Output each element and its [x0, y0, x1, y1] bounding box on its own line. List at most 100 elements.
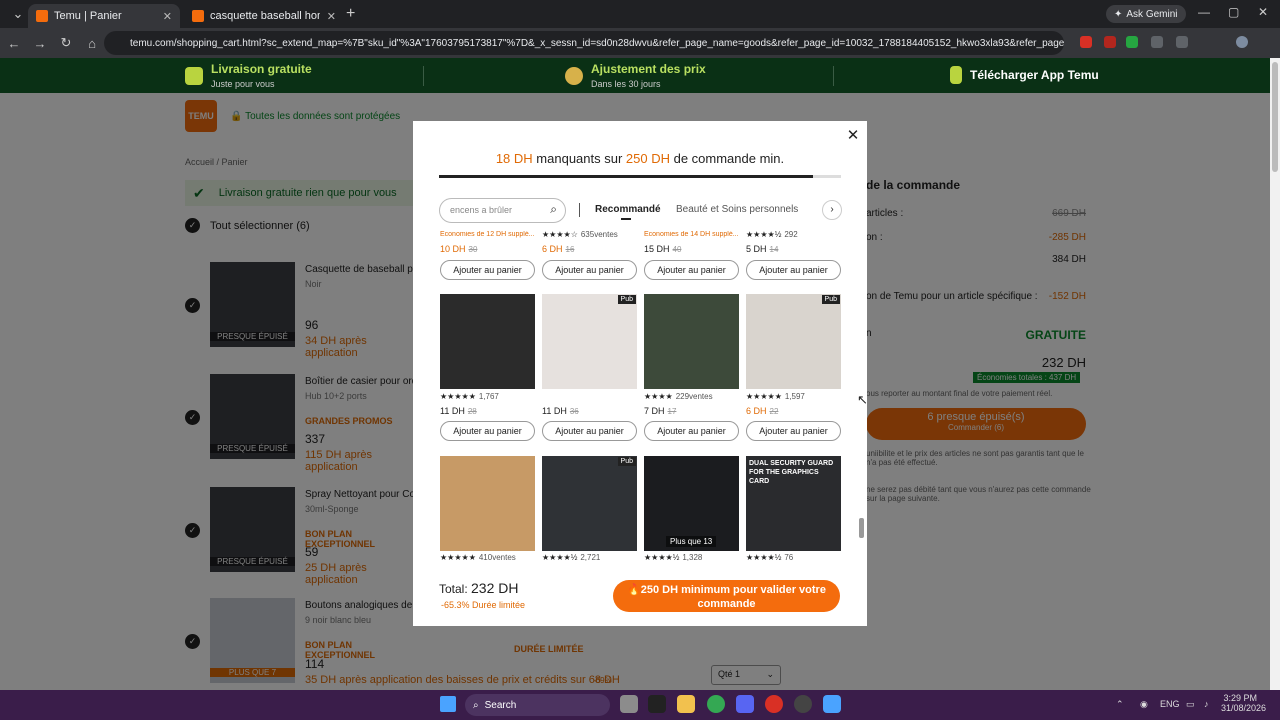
scrollbar-thumb[interactable] [1272, 62, 1278, 172]
minimize-icon[interactable]: — [1198, 5, 1210, 19]
taskbar-search[interactable]: ⌕ Search [465, 694, 610, 716]
progress-fill [439, 175, 813, 178]
promo-title: Livraison gratuite [211, 62, 312, 76]
product-price: 6 DH [746, 406, 767, 416]
maximize-icon[interactable]: ▢ [1228, 5, 1239, 19]
forward-icon[interactable]: → [28, 36, 52, 51]
rating-stars: ★★★★ [644, 392, 673, 401]
product-price: 6 DH [542, 244, 563, 254]
ask-gemini-button[interactable]: ✦ Ask Gemini [1106, 5, 1186, 23]
extension-icon[interactable] [1126, 36, 1138, 48]
product-image[interactable] [644, 294, 739, 389]
search-icon: ⌕ [473, 699, 479, 711]
app-icon[interactable] [648, 695, 666, 713]
product-image[interactable]: Pub [746, 294, 841, 389]
chevron-right-icon[interactable]: › [822, 200, 842, 220]
free-shipping-promo[interactable]: Livraison gratuite Juste pour vous [185, 62, 312, 90]
download-app-promo[interactable]: Télécharger App Temu [950, 66, 1099, 84]
tab-recommande[interactable]: Recommandé [595, 204, 661, 215]
tab-indicator [621, 218, 631, 220]
file-explorer-icon[interactable] [677, 695, 695, 713]
windows-start-icon[interactable] [440, 696, 456, 712]
close-tab-icon[interactable]: ✕ [327, 10, 336, 23]
minimum-amount: 250 DH [625, 151, 670, 166]
price-adjust-promo[interactable]: Ajustement des prix Dans les 30 jours [565, 62, 706, 90]
add-to-cart-button[interactable]: Ajouter au panier [746, 421, 841, 441]
extension-icon[interactable] [1151, 36, 1163, 48]
defender-icon[interactable] [823, 695, 841, 713]
opera-icon[interactable] [765, 695, 783, 713]
sales-count: 76 [784, 553, 794, 562]
sales-count: 410ventes [478, 553, 516, 562]
cta-label: 250 DH minimum pour valider votre comman… [640, 584, 826, 610]
discount-label: -65.3% Durée limitée [441, 600, 526, 610]
search-placeholder: encens a brûler [450, 205, 513, 215]
product-price: 15 DH [644, 244, 670, 254]
close-tab-icon[interactable]: ✕ [163, 10, 172, 23]
rating-stars: ★★★★½ [746, 553, 782, 562]
stock-label: Plus que 13 [666, 536, 717, 547]
new-tab-button[interactable]: + [346, 5, 355, 23]
chrome-icon[interactable] [707, 695, 725, 713]
tab-search-icon[interactable]: ⌄ [6, 6, 30, 22]
product-image[interactable]: DUAL SECURITY GUARD FOR THE GRAPHICS CAR… [746, 456, 841, 551]
close-window-icon[interactable]: ✕ [1258, 5, 1268, 19]
rating-stars: ★★★★½ [746, 230, 782, 239]
product-price: 5 DH [746, 244, 767, 254]
modal-scrollbar[interactable] [858, 192, 864, 564]
page-scrollbar[interactable] [1270, 58, 1280, 690]
task-view-icon[interactable] [620, 695, 638, 713]
add-to-cart-button[interactable]: Ajouter au panier [746, 260, 841, 280]
reload-icon[interactable]: ↻ [54, 35, 78, 51]
divider [423, 66, 424, 86]
close-icon[interactable]: ✕ [846, 128, 860, 143]
product-image[interactable] [440, 294, 535, 389]
tab-title: Temu | Panier [54, 10, 122, 22]
volume-icon[interactable]: ♪ [1204, 699, 1209, 709]
add-to-cart-button[interactable]: Ajouter au panier [542, 260, 637, 280]
wifi-icon[interactable]: ▭ [1186, 699, 1195, 710]
extension-icon[interactable] [1104, 36, 1116, 48]
clock[interactable]: 3:29 PM 31/08/2026 [1221, 693, 1266, 713]
tab-beaute[interactable]: Beauté et Soins personnels [676, 204, 798, 215]
tab-temu-panier[interactable]: Temu | Panier ✕ [28, 4, 180, 28]
product-image[interactable]: Pub [542, 294, 637, 389]
profile-avatar[interactable] [1236, 36, 1248, 48]
search-input[interactable]: encens a brûler ⌕ [439, 198, 566, 223]
product-image[interactable]: Pub [542, 456, 637, 551]
tab-casquette[interactable]: casquette baseball homme 1 p ✕ [184, 4, 344, 28]
add-to-cart-button[interactable]: Ajouter au panier [644, 260, 739, 280]
discord-icon[interactable] [736, 695, 754, 713]
promo-title: Télécharger App Temu [970, 68, 1099, 82]
product-grid: Économies de 12 DH supplé... 10 DH 30 Ajo… [439, 228, 844, 564]
app-icon[interactable] [794, 695, 812, 713]
back-icon[interactable]: ← [2, 36, 26, 51]
ad-badge: Pub [617, 295, 636, 304]
divider [833, 66, 834, 86]
chevron-up-icon[interactable]: ⌃ [1116, 699, 1124, 710]
gemini-label: Ask Gemini [1126, 8, 1178, 20]
url-field[interactable]: temu.com/shopping_cart.html?sc_extend_ma… [104, 31, 1064, 55]
product-image[interactable] [440, 456, 535, 551]
ad-badge: Pub [617, 457, 636, 466]
add-to-cart-button[interactable]: Ajouter au panier [644, 421, 739, 441]
minimum-order-button[interactable]: 🔥250 DH minimum pour valider votre comma… [613, 580, 840, 612]
minimum-text: de commande min. [669, 151, 785, 166]
progress-bar [439, 175, 841, 178]
puzzle-icon[interactable] [1176, 36, 1188, 48]
add-to-cart-button[interactable]: Ajouter au panier [440, 260, 535, 280]
extension-icon[interactable] [1080, 36, 1092, 48]
mouse-cursor-icon: ↖ [857, 392, 868, 407]
windows-taskbar: ⌕ Search ⌃ ◉ ENG ▭ ♪ 3:29 PM 31/08/2026 [0, 690, 1280, 720]
product-image[interactable]: Plus que 13 [644, 456, 739, 551]
sales-count: 635ventes [580, 230, 618, 239]
location-icon[interactable]: ◉ [1140, 699, 1148, 710]
rating-stars: ★★★★★ [440, 553, 476, 562]
add-to-cart-button[interactable]: Ajouter au panier [440, 421, 535, 441]
sales-count: 1,767 [478, 392, 499, 401]
add-to-cart-button[interactable]: Ajouter au panier [542, 421, 637, 441]
home-icon[interactable]: ⌂ [80, 36, 104, 51]
language-indicator[interactable]: ENG [1160, 699, 1180, 709]
modal-scrollbar-thumb[interactable] [859, 518, 864, 538]
search-icon[interactable]: ⌕ [550, 202, 557, 217]
